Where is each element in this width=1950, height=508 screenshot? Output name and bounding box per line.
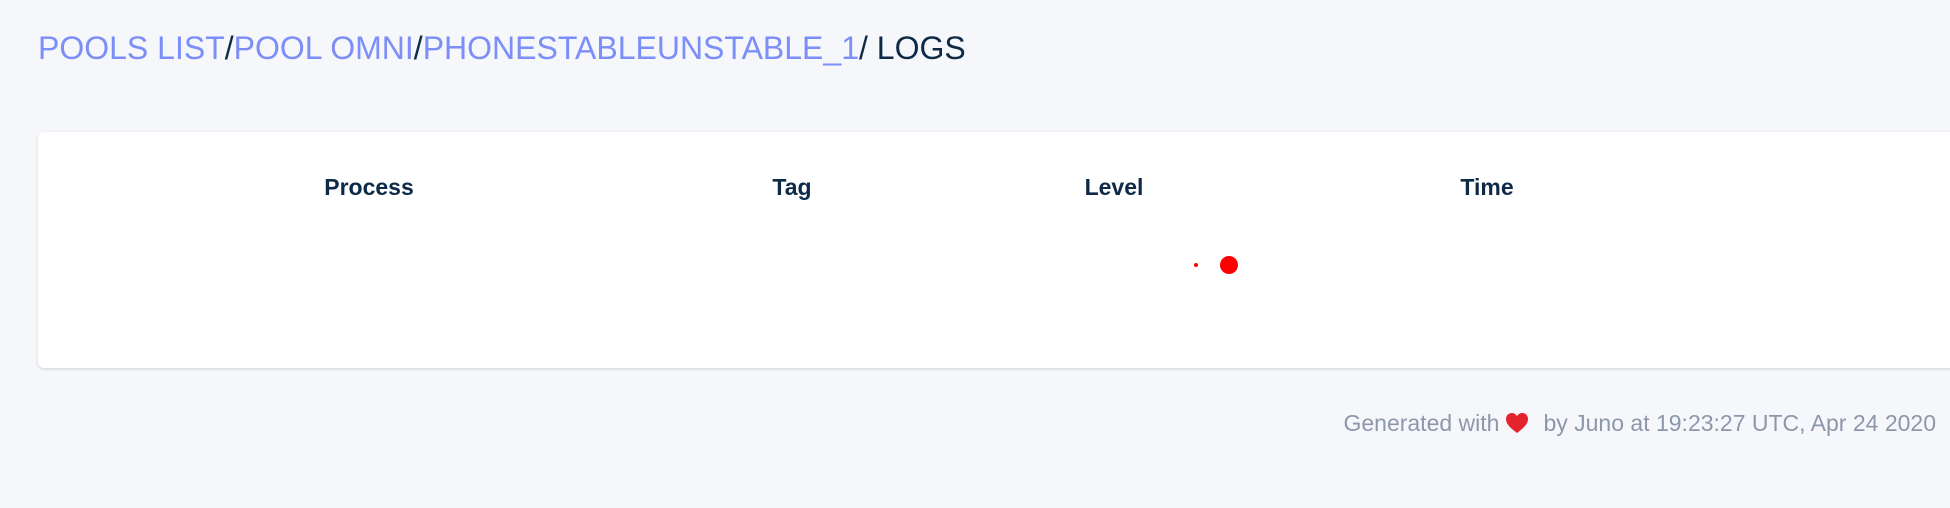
breadcrumb-device-link[interactable]: PHONESTABLEUNSTABLE_1 [423, 30, 859, 66]
column-header-time[interactable]: Time [1460, 174, 1513, 201]
column-header-tag[interactable]: Tag [772, 174, 811, 201]
breadcrumb-pool-omni-link[interactable]: POOL OMNI [234, 30, 414, 66]
breadcrumb-pools-list-link[interactable]: POOLS LIST [38, 30, 225, 66]
footer-suffix: by Juno at 19:23:27 UTC, Apr 24 2020 [1543, 410, 1936, 436]
breadcrumb-separator: / [413, 30, 423, 66]
loading-dot-large [1220, 256, 1238, 274]
breadcrumb-separator: / [224, 30, 234, 66]
column-header-process[interactable]: Process [324, 174, 414, 201]
loading-dot-small [1194, 263, 1198, 267]
page-footer: Generated with by Juno at 19:23:27 UTC, A… [1343, 410, 1936, 440]
breadcrumb-current-page: / LOGS [858, 30, 966, 66]
footer-prefix: Generated with [1343, 410, 1500, 436]
column-header-level[interactable]: Level [1085, 174, 1144, 201]
logs-table-card: Process Tag Level Time M [38, 132, 1950, 368]
breadcrumb: POOLS LIST/POOL OMNI/PHONESTABLEUNSTABLE… [38, 30, 966, 66]
heart-icon [1505, 412, 1529, 440]
